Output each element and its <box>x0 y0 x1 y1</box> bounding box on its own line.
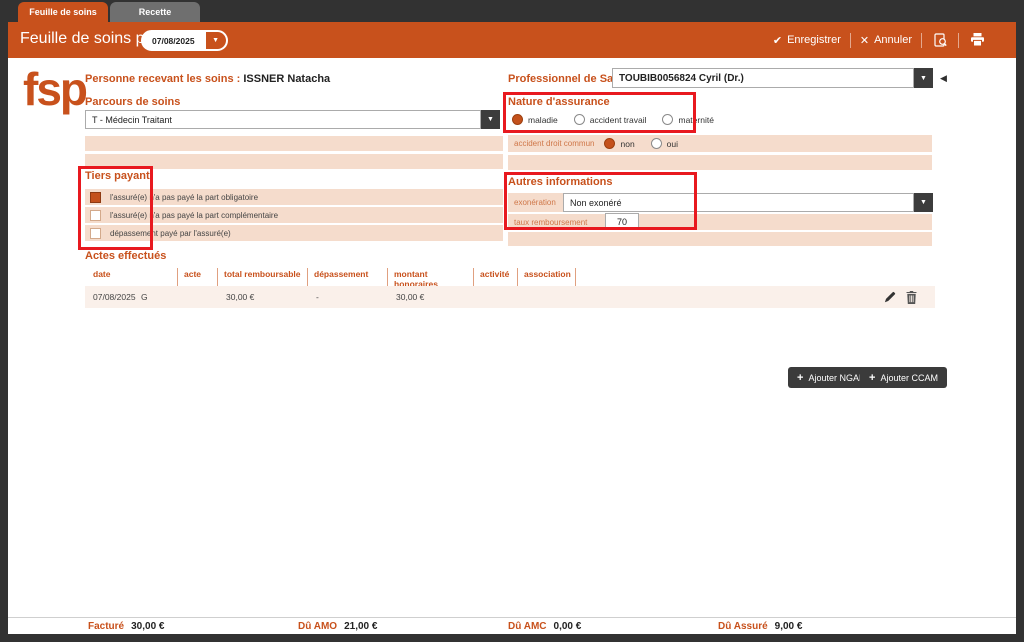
accident-droit-commun-label: accident droit commun <box>514 139 594 148</box>
date-picker[interactable]: 07/08/2025 ▼ <box>141 30 228 51</box>
parcours-title: Parcours de soins <box>85 96 180 108</box>
chevron-down-icon: ▼ <box>920 75 927 82</box>
total-du-amo-value: 21,00 € <box>344 621 377 632</box>
chevron-down-icon: ▼ <box>487 116 494 123</box>
close-icon: ✕ <box>860 34 869 47</box>
radio-accident-travail[interactable] <box>574 114 585 125</box>
patient-label: Personne recevant les soins : <box>85 73 240 85</box>
patient-line: Personne recevant les soins : ISSNER Nat… <box>85 73 330 85</box>
acte-date: 07/08/2025 <box>93 292 141 302</box>
total-du-amo-label: Dû AMO <box>298 621 337 632</box>
taux-remboursement-label: taux remboursement <box>514 218 587 227</box>
nature-assurance-title: Nature d'assurance <box>508 96 610 108</box>
row-actions <box>884 286 917 308</box>
tiers-payant-title: Tiers payant <box>85 170 150 182</box>
chevron-down-icon: ▼ <box>920 199 927 206</box>
accident-droit-commun-row: accident droit commun non oui <box>508 135 932 152</box>
checkbox-part-obligatoire[interactable] <box>90 192 101 203</box>
patient-name: ISSNER Natacha <box>243 73 330 85</box>
fsp-window: Feuille de soins papier 07/08/2025 ▼ ✔ E… <box>8 22 1016 634</box>
autres-informations-title: Autres informations <box>508 176 613 188</box>
date-dropdown-icon[interactable]: ▼ <box>204 32 226 49</box>
fsp-logo: fsp <box>23 62 86 116</box>
checkbox-depassement-paye[interactable] <box>90 228 101 239</box>
header-separator <box>921 33 922 48</box>
check-icon: ✔ <box>773 34 782 47</box>
radio-accident-travail-label: accident travail <box>590 115 647 125</box>
parcours-dropdown-button[interactable]: ▼ <box>481 110 500 129</box>
print-preview-button[interactable] <box>931 31 949 49</box>
exoneration-dropdown-button[interactable]: ▼ <box>914 193 933 212</box>
save-button[interactable]: ✔ Enregistrer <box>773 34 841 47</box>
checkbox-part-complementaire[interactable] <box>90 210 101 221</box>
totals-footer: Facturé 30,00 € Dû AMO 21,00 € Dû AMC 0,… <box>8 617 1016 634</box>
professional-select[interactable]: TOUBIB0056824 Cyril (Dr.) <box>612 68 914 88</box>
radio-accident-non[interactable] <box>604 138 615 149</box>
actes-effectues-title: Actes effectués <box>85 250 166 262</box>
total-facture-label: Facturé <box>88 621 124 632</box>
radio-accident-oui-label: oui <box>667 139 678 149</box>
cancel-button-label: Annuler <box>874 34 912 46</box>
radio-maladie[interactable] <box>512 114 523 125</box>
empty-field-row <box>85 154 503 169</box>
preview-icon <box>934 33 947 48</box>
total-facture: Facturé 30,00 € <box>88 621 165 632</box>
total-facture-value: 30,00 € <box>131 621 164 632</box>
acte-depassement: - <box>316 292 396 302</box>
collapse-panel-icon[interactable]: ◀ <box>940 73 947 84</box>
acte-code: G <box>141 292 226 302</box>
radio-accident-non-label: non <box>620 139 634 149</box>
header-bar: Feuille de soins papier 07/08/2025 ▼ ✔ E… <box>8 22 1016 58</box>
checkbox-depassement-paye-label: dépassement payé par l'assuré(e) <box>110 229 231 238</box>
total-du-amo: Dû AMO 21,00 € <box>298 621 377 632</box>
total-du-assure-label: Dû Assuré <box>718 621 768 632</box>
tiers-payant-row: l'assuré(e) n'a pas payé la part complém… <box>85 207 503 223</box>
nature-assurance-options: maladie accident travail maternité <box>512 114 714 125</box>
cancel-button[interactable]: ✕ Annuler <box>860 34 912 47</box>
taux-remboursement-input[interactable]: 70 <box>605 213 639 230</box>
tiers-payant-row: l'assuré(e) n'a pas payé la part obligat… <box>85 189 503 205</box>
empty-field-row <box>85 136 503 151</box>
add-ccam-button[interactable]: + Ajouter CCAM <box>860 367 947 388</box>
radio-maternite-label: maternité <box>678 115 713 125</box>
checkbox-part-complementaire-label: l'assuré(e) n'a pas payé la part complém… <box>110 211 278 220</box>
plus-icon: + <box>797 372 803 384</box>
acte-montant-honoraires: 30,00 € <box>396 292 482 302</box>
acte-table-row[interactable]: 07/08/2025 G 30,00 € - 30,00 € <box>85 286 935 308</box>
delete-icon[interactable] <box>906 291 917 304</box>
add-ccam-label: Ajouter CCAM <box>880 373 938 383</box>
taux-remboursement-row: taux remboursement % <box>508 214 932 230</box>
total-du-amc-label: Dû AMC <box>508 621 547 632</box>
total-du-amc: Dû AMC 0,00 € <box>508 621 581 632</box>
printer-icon <box>970 33 985 47</box>
exoneration-select[interactable]: Non exonéré <box>563 193 914 212</box>
acte-total-remboursable: 30,00 € <box>226 292 316 302</box>
tab-feuille-de-soins[interactable]: Feuille de soins <box>18 2 108 22</box>
checkbox-part-obligatoire-label: l'assuré(e) n'a pas payé la part obligat… <box>110 193 258 202</box>
tiers-payant-row: dépassement payé par l'assuré(e) <box>85 225 503 241</box>
radio-accident-oui[interactable] <box>651 138 662 149</box>
exoneration-label: exonération <box>514 198 556 207</box>
empty-field-row <box>508 155 932 170</box>
total-du-assure-value: 9,00 € <box>775 621 803 632</box>
header-actions: ✔ Enregistrer ✕ Annuler <box>773 22 986 58</box>
total-du-amc-value: 0,00 € <box>554 621 582 632</box>
header-separator <box>850 33 851 48</box>
print-button[interactable] <box>968 31 986 49</box>
tab-recette[interactable]: Recette <box>110 2 200 22</box>
save-button-label: Enregistrer <box>787 34 841 46</box>
edit-icon[interactable] <box>884 291 896 303</box>
parcours-select[interactable]: T - Médecin Traitant <box>85 110 481 129</box>
total-du-assure: Dû Assuré 9,00 € <box>718 621 802 632</box>
date-value[interactable]: 07/08/2025 <box>143 32 204 49</box>
empty-field-row <box>508 232 932 246</box>
add-ngap-label: Ajouter NGAP <box>808 373 865 383</box>
radio-maternite[interactable] <box>662 114 673 125</box>
header-separator <box>958 33 959 48</box>
plus-icon: + <box>869 372 875 384</box>
professional-dropdown-button[interactable]: ▼ <box>914 68 933 88</box>
radio-maladie-label: maladie <box>528 115 558 125</box>
